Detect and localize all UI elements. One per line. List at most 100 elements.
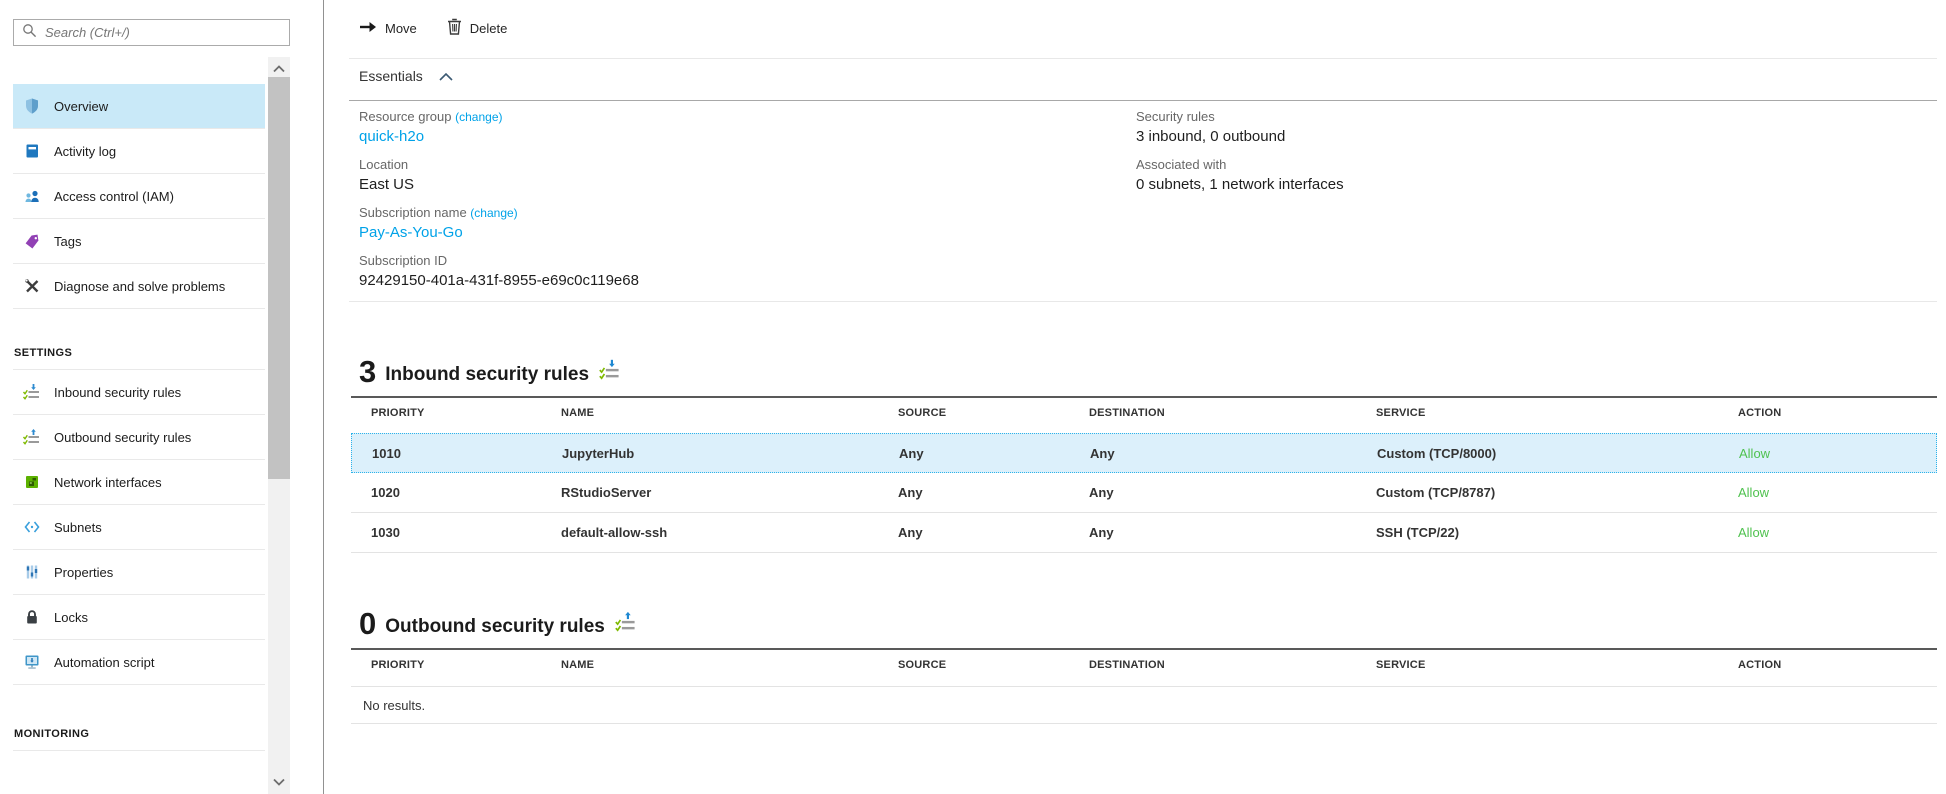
resource-group-label: Resource group bbox=[359, 109, 452, 124]
sidebar-section-monitoring: MONITORING bbox=[13, 685, 265, 751]
inbound-rules-heading: 3 Inbound security rules bbox=[351, 346, 1937, 388]
sidebar-item-label: Locks bbox=[54, 610, 88, 625]
associated-with-field: Associated with 0 subnets, 1 network int… bbox=[1136, 156, 1344, 195]
header-source: SOURCE bbox=[898, 659, 1089, 671]
table-row-rstudioserver[interactable]: 1020 RStudioServer Any Any Custom (TCP/8… bbox=[351, 473, 1937, 513]
sidebar-item-outbound-security-rules[interactable]: Outbound security rules bbox=[13, 415, 265, 460]
toolbar: Move Delete bbox=[359, 15, 507, 41]
resource-group-change-link[interactable]: (change) bbox=[455, 110, 502, 124]
sidebar-item-overview[interactable]: Overview bbox=[13, 84, 265, 129]
resource-group-value-link[interactable]: quick-h2o bbox=[359, 126, 639, 147]
inbound-rules-title: Inbound security rules bbox=[385, 364, 589, 388]
divider bbox=[349, 301, 1937, 302]
sidebar-item-automation-script[interactable]: Automation script bbox=[13, 640, 265, 685]
cell-destination: Any bbox=[1089, 485, 1376, 500]
cell-action: Allow bbox=[1738, 525, 1937, 540]
sidebar-item-label: Subnets bbox=[54, 520, 102, 535]
cell-priority: 1030 bbox=[351, 525, 561, 540]
move-button[interactable]: Move bbox=[359, 15, 417, 41]
cell-service: Custom (TCP/8000) bbox=[1377, 446, 1739, 461]
inbound-rules-icon bbox=[22, 383, 41, 402]
sidebar-item-label: Properties bbox=[54, 565, 113, 580]
sidebar-item-label: Access control (IAM) bbox=[54, 189, 174, 204]
security-rules-field: Security rules 3 inbound, 0 outbound bbox=[1136, 108, 1344, 147]
essentials-left-column: Resource group (change) quick-h2o Locati… bbox=[359, 108, 639, 300]
security-rules-value: 3 inbound, 0 outbound bbox=[1136, 126, 1344, 147]
shield-icon bbox=[22, 97, 41, 116]
header-service: SERVICE bbox=[1376, 407, 1738, 419]
cell-name: RStudioServer bbox=[561, 485, 898, 500]
sidebar-item-label: Activity log bbox=[54, 144, 116, 159]
outbound-rules-icon bbox=[22, 428, 41, 447]
location-label: Location bbox=[359, 156, 639, 174]
sidebar-item-properties[interactable]: Properties bbox=[13, 550, 265, 595]
divider bbox=[349, 58, 1937, 59]
header-source: SOURCE bbox=[898, 407, 1089, 419]
subscription-id-label: Subscription ID bbox=[359, 252, 639, 270]
outbound-rules-count: 0 bbox=[359, 608, 376, 640]
sidebar-search-box bbox=[13, 19, 290, 46]
subscription-name-label: Subscription name bbox=[359, 205, 467, 220]
subscription-id-value: 92429150-401a-431f-8955-e69c0c119e68 bbox=[359, 270, 639, 291]
table-row-default-allow-ssh[interactable]: 1030 default-allow-ssh Any Any SSH (TCP/… bbox=[351, 513, 1937, 553]
associated-with-value: 0 subnets, 1 network interfaces bbox=[1136, 174, 1344, 195]
inbound-rules-section: 3 Inbound security rules PRIORITY NAME S… bbox=[351, 346, 1937, 553]
trash-icon bbox=[447, 18, 462, 38]
delete-button-label: Delete bbox=[470, 21, 508, 36]
sidebar-nav: Overview Activity log Access control (IA… bbox=[13, 84, 265, 751]
sidebar: Overview Activity log Access control (IA… bbox=[0, 0, 324, 794]
inbound-rules-heading-icon bbox=[598, 358, 621, 388]
sidebar-section-settings: SETTINGS bbox=[13, 309, 265, 370]
outbound-rules-title: Outbound security rules bbox=[385, 616, 605, 640]
essentials-title: Essentials bbox=[359, 68, 423, 84]
sidebar-item-label: Network interfaces bbox=[54, 475, 162, 490]
header-destination: DESTINATION bbox=[1089, 659, 1376, 671]
outbound-rules-table: PRIORITY NAME SOURCE DESTINATION SERVICE… bbox=[351, 648, 1937, 724]
sidebar-item-label: Diagnose and solve problems bbox=[54, 279, 225, 294]
location-field: Location East US bbox=[359, 156, 639, 195]
divider bbox=[349, 100, 1937, 101]
header-priority: PRIORITY bbox=[351, 659, 561, 671]
sidebar-item-label: Outbound security rules bbox=[54, 430, 191, 445]
move-button-label: Move bbox=[385, 21, 417, 36]
header-action: ACTION bbox=[1738, 407, 1937, 419]
header-destination: DESTINATION bbox=[1089, 407, 1376, 419]
search-input[interactable] bbox=[45, 25, 281, 40]
sidebar-item-inbound-security-rules[interactable]: Inbound security rules bbox=[13, 370, 265, 415]
section-label: SETTINGS bbox=[14, 347, 72, 359]
subscription-name-field: Subscription name (change) Pay-As-You-Go bbox=[359, 204, 639, 243]
essentials-toggle[interactable]: Essentials bbox=[359, 68, 453, 84]
table-row-jupyterhub[interactable]: 1010 JupyterHub Any Any Custom (TCP/8000… bbox=[351, 433, 1937, 473]
cell-name: JupyterHub bbox=[562, 446, 899, 461]
subscription-name-value-link[interactable]: Pay-As-You-Go bbox=[359, 222, 639, 243]
sidebar-item-network-interfaces[interactable]: Network interfaces bbox=[13, 460, 265, 505]
inbound-table-body: 1010 JupyterHub Any Any Custom (TCP/8000… bbox=[351, 433, 1937, 553]
delete-button[interactable]: Delete bbox=[447, 15, 508, 41]
subscription-name-change-link[interactable]: (change) bbox=[470, 206, 517, 220]
cell-source: Any bbox=[898, 485, 1089, 500]
sidebar-item-diagnose[interactable]: Diagnose and solve problems bbox=[13, 264, 265, 309]
no-results-message: No results. bbox=[351, 686, 1937, 724]
cell-priority: 1020 bbox=[351, 485, 561, 500]
sidebar-item-subnets[interactable]: Subnets bbox=[13, 505, 265, 550]
sidebar-item-activity-log[interactable]: Activity log bbox=[13, 129, 265, 174]
sidebar-scrollbar[interactable] bbox=[268, 57, 290, 794]
header-name: NAME bbox=[561, 659, 898, 671]
sidebar-item-tags[interactable]: Tags bbox=[13, 219, 265, 264]
outbound-table-header-row: PRIORITY NAME SOURCE DESTINATION SERVICE… bbox=[351, 650, 1937, 680]
activity-log-icon bbox=[22, 142, 41, 161]
no-results-text: No results. bbox=[363, 698, 425, 713]
scrollbar-down-icon[interactable] bbox=[268, 772, 290, 792]
subnets-icon bbox=[22, 518, 41, 537]
scrollbar-thumb[interactable] bbox=[268, 77, 290, 479]
cell-source: Any bbox=[898, 525, 1089, 540]
sliders-icon bbox=[22, 563, 41, 582]
scrollbar-up-icon[interactable] bbox=[268, 59, 290, 79]
section-label: MONITORING bbox=[14, 728, 89, 740]
tools-icon bbox=[22, 277, 41, 296]
chevron-up-icon bbox=[439, 68, 453, 84]
sidebar-item-access-control[interactable]: Access control (IAM) bbox=[13, 174, 265, 219]
outbound-rules-heading-icon bbox=[614, 610, 637, 640]
sidebar-item-label: Overview bbox=[54, 99, 108, 114]
sidebar-item-locks[interactable]: Locks bbox=[13, 595, 265, 640]
